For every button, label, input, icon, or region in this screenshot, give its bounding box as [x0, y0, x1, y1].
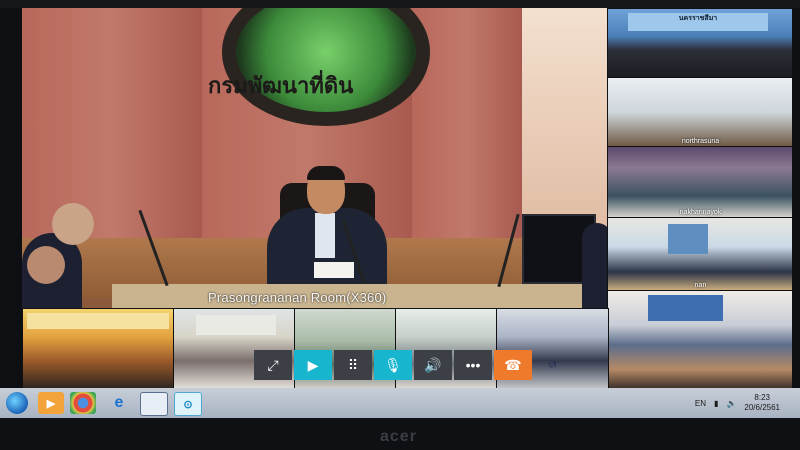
participant-tile[interactable]: northrasuna: [607, 77, 792, 147]
language-indicator[interactable]: EN: [695, 399, 706, 408]
tile-banner: [27, 313, 169, 329]
participant-tile[interactable]: [607, 290, 792, 388]
microphone-muted-icon: 🎙: [384, 356, 402, 373]
ellipsis-icon: •••: [465, 357, 481, 373]
volume-button[interactable]: 🔊: [414, 350, 452, 380]
attendee-left-head: [52, 203, 94, 245]
window-light: [522, 8, 607, 238]
tile-poster: [668, 224, 708, 254]
video-toggle-button[interactable]: ▶: [294, 350, 332, 380]
room-name-label: Prasongrananan Room(X360): [208, 290, 387, 305]
participant-name: nan: [694, 282, 707, 289]
dialpad-icon: ⠿: [347, 356, 359, 373]
speaker-shirt: [315, 213, 335, 258]
hang-up-button[interactable]: ☎: [494, 350, 532, 380]
windows-taskbar: ▶ e ⊙ EN ▮ 🔈 8:23 20/6/2561: [0, 388, 800, 418]
phone-hangup-icon: ☎: [504, 356, 522, 373]
taskbar-clock[interactable]: 8:23 20/6/2561: [744, 393, 780, 413]
system-tray: EN ▮ 🔈 8:23 20/6/2561: [695, 388, 780, 418]
speaker-icon: 🔊: [424, 356, 442, 373]
monitor-brand-logo: acer: [380, 428, 417, 445]
expand-icon: ⤢: [267, 356, 279, 373]
speaker-hair: [307, 166, 345, 180]
curtain-left: [22, 8, 202, 238]
participant-tile[interactable]: nan: [607, 217, 792, 291]
clock-date: 20/6/2561: [744, 403, 780, 412]
tile-banner: นครราชสีมา: [628, 13, 768, 31]
tile-banner: [648, 295, 723, 321]
video-conference-icon[interactable]: ⊙: [174, 392, 202, 416]
video-conference-screen: กรมพัฒนาที่ดิน Prasongrananan Room(X360)…: [22, 8, 792, 388]
chrome-icon[interactable]: [70, 392, 96, 414]
display-icon[interactable]: [140, 392, 168, 416]
main-speaker-video[interactable]: กรมพัฒนาที่ดิน Prasongrananan Room(X360): [22, 8, 607, 308]
attendee-right: [582, 223, 607, 308]
fullscreen-button[interactable]: ⤢: [254, 350, 292, 380]
document-paper: [314, 262, 354, 278]
mute-microphone-button[interactable]: 🎙: [374, 350, 412, 380]
call-control-toolbar: ⤢ ▶ ⠿ 🎙 🔊 ••• ☎: [254, 350, 532, 380]
tile-banner: [196, 315, 276, 335]
network-icon[interactable]: ▮: [714, 399, 718, 408]
camera-icon: ▶: [307, 356, 319, 373]
participant-tile[interactable]: nakhannayok: [607, 146, 792, 218]
participant-name: northrasuna: [681, 138, 720, 145]
participant-column: นครราชสีมา northrasuna nakhannayok nan: [607, 8, 792, 388]
dialpad-button[interactable]: ⠿: [334, 350, 372, 380]
internet-explorer-icon[interactable]: e: [106, 392, 132, 414]
volume-icon[interactable]: 🔈: [726, 399, 736, 408]
start-button[interactable]: [6, 392, 28, 414]
emblem-lettering: กรมพัฒนาที่ดิน: [208, 73, 354, 98]
clock-time: 8:23: [754, 393, 770, 402]
monitor-bezel-top: [0, 0, 800, 8]
attendee-left2-head: [27, 246, 65, 284]
participant-tile[interactable]: [22, 308, 174, 388]
more-options-button[interactable]: •••: [454, 350, 492, 380]
participant-tile[interactable]: นครราชสีมา: [607, 8, 792, 78]
participant-name: nakhannayok: [679, 209, 722, 216]
media-player-icon[interactable]: ▶: [38, 392, 64, 414]
